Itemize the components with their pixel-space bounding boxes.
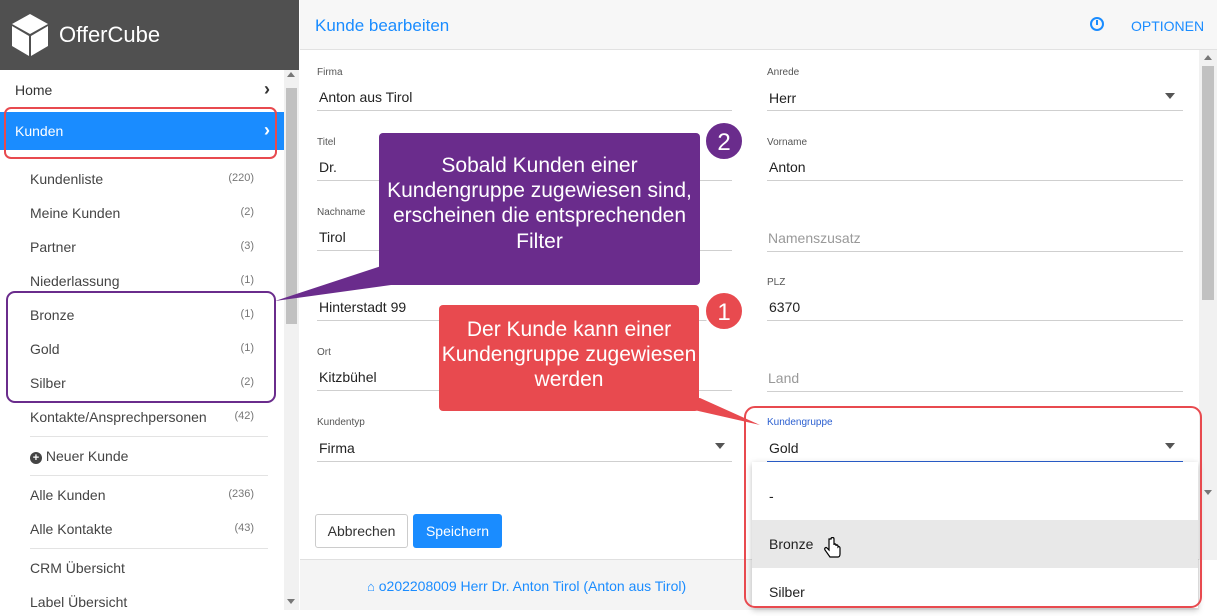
- step-badge-1: 1: [704, 291, 744, 331]
- step-badge-2: 2: [704, 121, 744, 161]
- callout-filters: Sobald Kunden einer Kundengruppe zugewie…: [379, 133, 700, 285]
- callout-kundengruppe: Der Kunde kann einer Kundengruppe zugewi…: [439, 305, 699, 411]
